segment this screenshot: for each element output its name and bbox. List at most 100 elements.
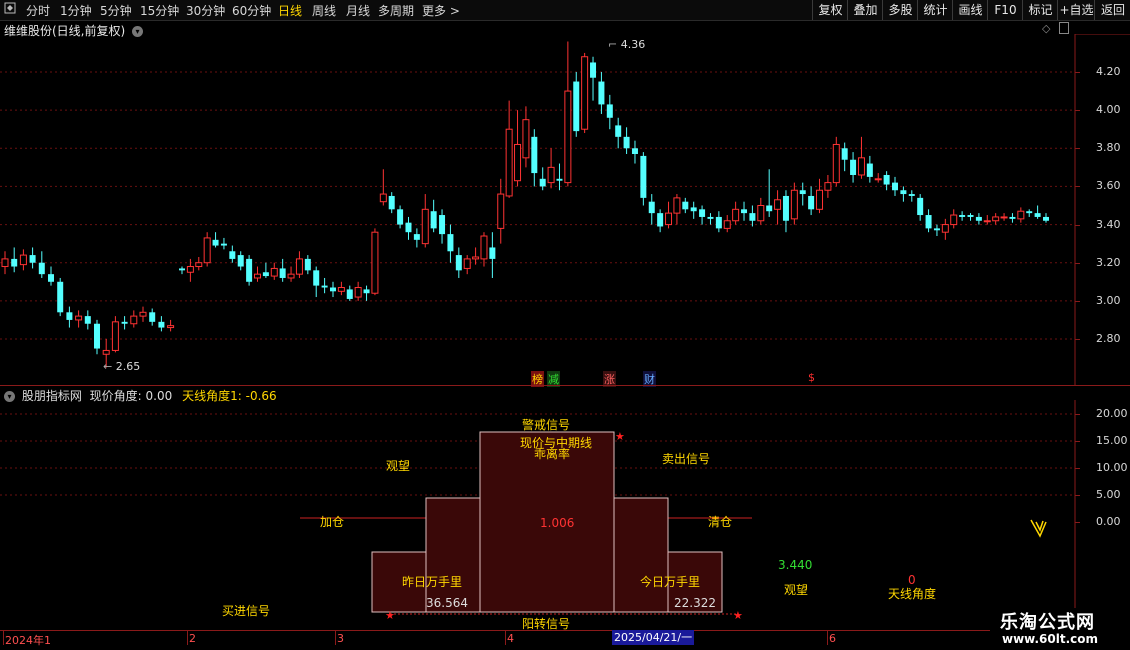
candle (130, 310, 138, 328)
period-tab-3[interactable]: 15分钟 (140, 2, 179, 19)
candle (287, 266, 295, 282)
candle (715, 211, 722, 233)
period-tab-1[interactable]: 1分钟 (60, 2, 92, 19)
candle (329, 281, 336, 298)
candle (581, 52, 589, 134)
candle (321, 277, 328, 294)
toolbar-button-1[interactable]: 叠加 (847, 0, 883, 20)
tick-mark (1075, 495, 1080, 496)
candle (917, 194, 924, 221)
window-toggle-icon[interactable] (1059, 22, 1069, 34)
time-tick (335, 630, 336, 645)
toolbar-button-0[interactable]: 复权 (812, 0, 848, 20)
watermark: 乐淘公式网 www.60lt.com (990, 608, 1130, 650)
candle (590, 56, 597, 101)
candle (623, 127, 630, 155)
candle (388, 192, 395, 214)
candle (606, 94, 613, 130)
watch-label-right: 观望 (784, 583, 809, 597)
toolbar-button-3[interactable]: 统计 (917, 0, 953, 20)
candle (11, 247, 18, 273)
indicator-tick: 5.00 (1096, 488, 1121, 501)
event-tag[interactable]: $ (807, 371, 816, 384)
candle (874, 173, 882, 183)
period-tab-5[interactable]: 60分钟 (232, 2, 271, 19)
pane-divider (0, 385, 1130, 386)
price-tick: 3.20 (1096, 255, 1121, 269)
period-tab-4[interactable]: 30分钟 (186, 2, 225, 19)
candle (967, 213, 974, 221)
candle (850, 152, 857, 183)
candle (472, 247, 480, 265)
antenna-angle-label: 天线角度 (888, 587, 937, 601)
candle (304, 255, 311, 275)
candle (933, 224, 940, 237)
time-tick (187, 630, 188, 645)
yesterday-volume-label: 昨日万手里 (402, 575, 463, 589)
green-value: 3.440 (778, 558, 813, 572)
candle (84, 310, 91, 330)
candle (959, 211, 966, 221)
candle (397, 205, 404, 229)
candlestick-chart[interactable] (0, 34, 1130, 385)
candle (908, 190, 915, 202)
tick-mark (1075, 441, 1080, 442)
buy-signal: 买进信号 (222, 604, 271, 618)
candle (186, 258, 194, 282)
clear-position-label: 清仓 (708, 515, 733, 529)
price-tick: 3.60 (1096, 179, 1121, 193)
add-position-label: 加仓 (320, 515, 345, 529)
candle (766, 169, 773, 217)
candle (371, 228, 379, 296)
candle (883, 171, 890, 191)
candle (57, 277, 64, 317)
candle (723, 215, 731, 233)
candle (212, 232, 219, 248)
tick-mark (1075, 522, 1080, 523)
period-tab-7[interactable]: 周线 (312, 2, 336, 19)
period-tab-10[interactable]: 更多 > (422, 2, 460, 19)
indicator-tick: 0.00 (1096, 515, 1121, 528)
period-tab-0[interactable]: 分时 (26, 2, 50, 19)
indicator-tick: 15.00 (1096, 434, 1128, 447)
candle (707, 213, 714, 225)
price-tick: 3.80 (1096, 141, 1121, 155)
candle (640, 152, 647, 206)
pyramid-block (425, 497, 481, 613)
period-tab-9[interactable]: 多周期 (378, 2, 414, 19)
yesterday-volume-value: 36.564 (426, 596, 468, 610)
toolbar-button-5[interactable]: F10 (987, 0, 1023, 20)
toolbar-button-7[interactable]: +自选 (1057, 0, 1095, 20)
candle (505, 100, 513, 198)
price-tick: 2.80 (1096, 332, 1121, 345)
candle (38, 251, 45, 278)
candle (111, 316, 119, 353)
period-tab-2[interactable]: 5分钟 (100, 2, 132, 19)
candle (1009, 213, 1016, 223)
period-tab-6[interactable]: 日线 (278, 2, 302, 19)
candle (673, 194, 681, 225)
candle (354, 281, 362, 301)
star-icon: ★ (733, 609, 743, 622)
candle (66, 306, 73, 328)
candle (631, 140, 638, 164)
candle (925, 209, 932, 233)
tick-mark (1075, 339, 1080, 340)
tick-mark (1075, 300, 1080, 302)
toolbar-button-6[interactable]: 标记 (1022, 0, 1058, 20)
menu-icon[interactable] (4, 1, 16, 18)
toolbar-button-2[interactable]: 多股 (882, 0, 918, 20)
candle (1017, 207, 1025, 223)
toolbar-button-8[interactable]: 返回 (1094, 0, 1130, 20)
period-tab-8[interactable]: 月线 (346, 2, 370, 19)
candle (405, 216, 412, 240)
pyramid-block (613, 497, 669, 613)
low-price-label: ← 2.65 (103, 360, 141, 373)
candle (941, 218, 949, 240)
candle (121, 316, 128, 330)
candle (531, 129, 538, 187)
candle (463, 255, 471, 275)
today-volume-value: 22.322 (674, 596, 716, 610)
candle (992, 213, 1000, 225)
toolbar-button-4[interactable]: 画线 (952, 0, 988, 20)
